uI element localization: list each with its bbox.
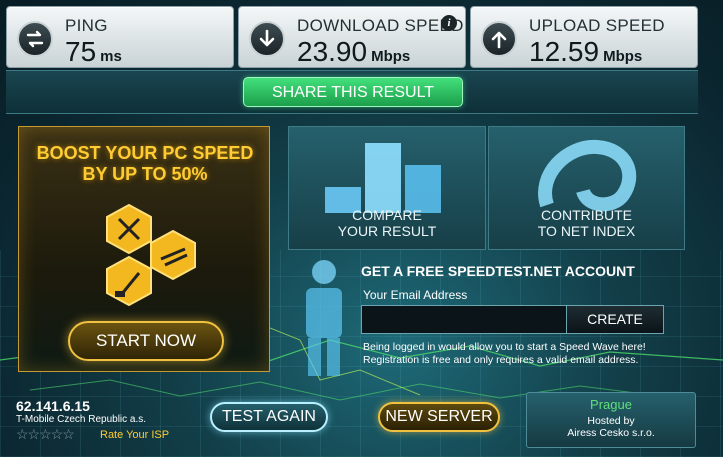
bar-chart-3d-icon: [325, 143, 441, 213]
info-icon[interactable]: i: [441, 15, 457, 31]
share-result-button[interactable]: SHARE THIS RESULT: [243, 77, 463, 107]
ping-panel: PING 75 ms: [6, 6, 234, 68]
upload-value: 12.59 Mbps: [529, 36, 643, 67]
ip-address: 62.141.6.15: [16, 398, 90, 414]
ping-arrows-icon: [17, 21, 53, 57]
tools-hexagon-icon: [106, 203, 196, 307]
download-value: 23.90 Mbps: [297, 36, 411, 67]
net-index-ribbon-icon: [538, 139, 637, 212]
contribute-caption: CONTRIBUTE TO NET INDEX: [537, 207, 636, 239]
download-panel: DOWNLOAD SPEED 23.90 Mbps i: [238, 6, 466, 68]
account-note: Being logged in would allow you to start…: [363, 341, 646, 366]
new-server-button[interactable]: NEW SERVER: [378, 402, 500, 432]
boost-title: BOOST YOUR PC SPEED BY UP TO 50%: [36, 143, 254, 184]
ping-unit: ms: [100, 48, 122, 65]
upload-panel: UPLOAD SPEED 12.59 Mbps: [470, 6, 698, 68]
download-label: DOWNLOAD SPEED: [297, 16, 464, 35]
email-input[interactable]: [361, 305, 567, 334]
compare-caption: COMPARE YOUR RESULT: [337, 207, 437, 239]
rating-stars[interactable]: ☆☆☆☆☆: [16, 426, 75, 443]
server-city: Prague: [590, 397, 632, 412]
email-label: Your Email Address: [363, 288, 468, 302]
speedtest-app: PING 75 ms DOWNLOAD SPEED 23.90 Mbps i UPL…: [0, 0, 723, 457]
contribute-net-index-tile[interactable]: CONTRIBUTE TO NET INDEX: [488, 126, 685, 250]
person-figure-icon: [306, 260, 342, 376]
download-arrow-icon: [249, 21, 285, 57]
upload-arrow-icon: [481, 21, 517, 57]
compare-result-tile[interactable]: COMPARE YOUR RESULT: [288, 126, 486, 250]
upload-label: UPLOAD SPEED: [529, 16, 665, 35]
download-unit: Mbps: [371, 48, 411, 65]
ping-value: 75 ms: [65, 36, 122, 67]
isp-name: T-Mobile Czech Republic a.s.: [16, 414, 147, 425]
test-again-button[interactable]: TEST AGAIN: [210, 402, 328, 432]
metrics-bar: PING 75 ms DOWNLOAD SPEED 23.90 Mbps i UPL…: [6, 6, 698, 68]
ping-label: PING: [65, 16, 108, 35]
hosted-by: Hosted by Airess Cesko s.r.o.: [567, 415, 655, 439]
isp-info: 62.141.6.15 T-Mobile Czech Republic a.s.…: [8, 392, 174, 448]
create-account-button[interactable]: CREATE: [566, 305, 664, 334]
rate-isp-link[interactable]: Rate Your ISP: [100, 429, 169, 441]
start-now-button[interactable]: START NOW: [68, 321, 224, 361]
server-host-panel[interactable]: Prague Hosted by Airess Cesko s.r.o.: [526, 392, 696, 448]
account-title: GET A FREE SPEEDTEST.NET ACCOUNT: [361, 263, 635, 279]
upload-unit: Mbps: [603, 48, 643, 65]
